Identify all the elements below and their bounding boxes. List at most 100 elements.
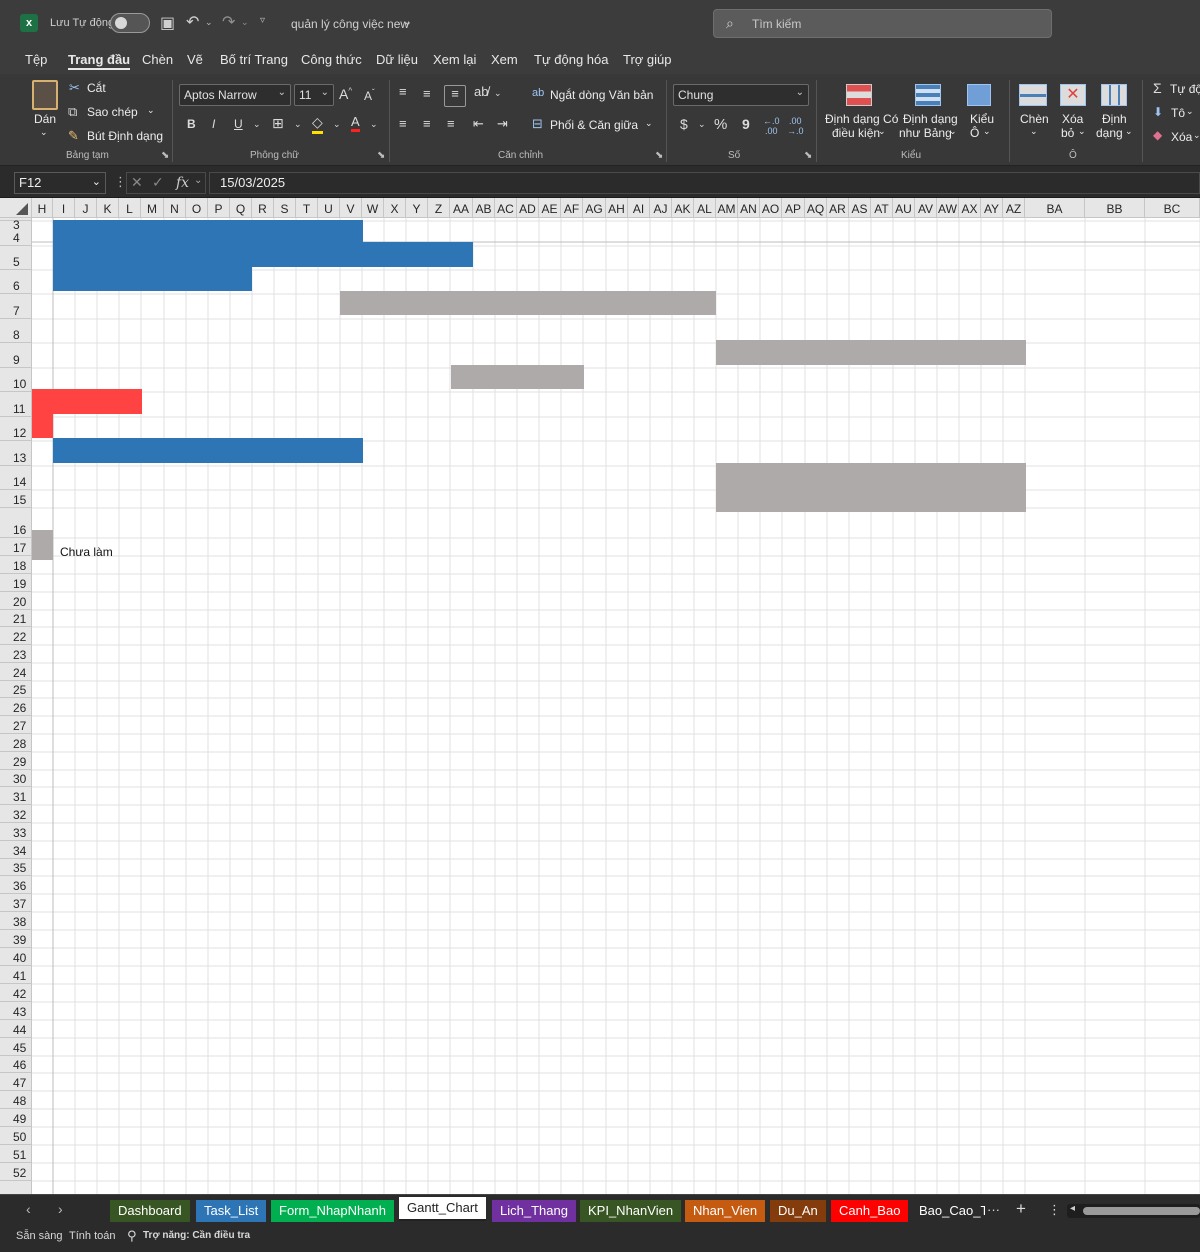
row-header[interactable]: 52 [0, 1163, 32, 1181]
column-header[interactable]: N [164, 198, 186, 218]
format-as-table-line2[interactable]: như Bảng [899, 126, 952, 140]
cell-styles-line1[interactable]: Kiểu [970, 112, 994, 126]
scrollbar-thumb[interactable] [1083, 1207, 1200, 1215]
status-accessibility[interactable]: Trợ năng: Cần điều tra [143, 1230, 250, 1241]
column-header[interactable]: AD [517, 198, 539, 218]
delete-cells-line2[interactable]: bỏ [1061, 126, 1074, 140]
increase-decimal-icon[interactable]: ←.0.00 [763, 116, 780, 136]
delete-cells-dropdown-icon[interactable]: ⌄ [1078, 126, 1086, 137]
column-header[interactable]: AL [694, 198, 716, 218]
name-box[interactable]: F12 ⌄ [14, 172, 106, 194]
column-header[interactable]: AG [583, 198, 606, 218]
conditional-formatting-dropdown-icon[interactable]: ⌄ [878, 126, 886, 137]
row-header[interactable]: 5 [0, 246, 32, 270]
column-header[interactable]: I [53, 198, 75, 218]
row-header[interactable]: 43 [0, 1002, 32, 1020]
column-header[interactable]: AV [915, 198, 937, 218]
wrap-text-icon[interactable]: ab [532, 87, 544, 99]
column-header[interactable]: AM [716, 198, 738, 218]
row-header[interactable]: 44 [0, 1020, 32, 1038]
fill-button[interactable]: Tô [1171, 106, 1185, 120]
gantt-bar[interactable] [53, 438, 363, 463]
row-header[interactable]: 11 [0, 392, 32, 417]
redo-dropdown-icon[interactable]: ⌄ [241, 17, 249, 28]
menu-home[interactable]: Trang đầu [68, 52, 131, 70]
horizontal-scrollbar[interactable]: ◂ [1067, 1203, 1200, 1218]
tab-form-nhapnhanh[interactable]: Form_NhapNhanh [271, 1200, 394, 1222]
underline-button[interactable]: U [234, 117, 243, 131]
scroll-left-icon[interactable]: ◂ [1070, 1203, 1075, 1214]
row-header[interactable]: 32 [0, 805, 32, 823]
decrease-font-icon[interactable]: Aˇ [364, 88, 375, 103]
row-header[interactable]: 19 [0, 574, 32, 592]
row-header[interactable]: 29 [0, 752, 32, 770]
clear-button[interactable]: Xóa [1171, 130, 1192, 144]
confirm-entry-icon[interactable]: ✓ [152, 174, 164, 191]
row-header[interactable]: 24 [0, 663, 32, 681]
column-header[interactable]: AI [628, 198, 650, 218]
column-header[interactable]: X [384, 198, 406, 218]
column-header[interactable]: M [141, 198, 164, 218]
menu-review[interactable]: Xem lại [433, 52, 476, 67]
autosave-toggle[interactable] [110, 13, 150, 33]
save-icon[interactable]: ▣ [160, 13, 175, 33]
fill-dropdown-icon[interactable]: ⌄ [1186, 106, 1194, 117]
row-header[interactable]: 40 [0, 948, 32, 966]
merge-center-dropdown-icon[interactable]: ⌄ [645, 118, 653, 129]
align-bottom-icon[interactable]: ≡ [444, 85, 466, 107]
undo-icon[interactable]: ↶ [186, 12, 199, 32]
column-header[interactable]: AW [937, 198, 959, 218]
format-as-table-dropdown-icon[interactable]: ⌄ [949, 126, 957, 137]
fill-icon[interactable]: ⬇ [1153, 105, 1163, 119]
fill-color-icon[interactable]: ◇ [312, 114, 323, 134]
add-sheet-icon[interactable]: + [1016, 1199, 1026, 1219]
column-header[interactable]: BC [1145, 198, 1200, 218]
redo-icon[interactable]: ↷ [222, 12, 235, 32]
tab-task-list[interactable]: Task_List [196, 1200, 267, 1222]
cell-styles-line2[interactable]: Ô [970, 126, 979, 140]
format-cells-line2[interactable]: dạng [1096, 126, 1123, 140]
wrap-text-button[interactable]: Ngắt dòng Văn bản [550, 88, 653, 102]
next-sheet-icon[interactable]: › [58, 1201, 63, 1217]
row-header[interactable]: 41 [0, 966, 32, 984]
column-header[interactable]: P [208, 198, 230, 218]
row-header[interactable]: 45 [0, 1038, 32, 1056]
currency-dropdown-icon[interactable]: ⌄ [698, 119, 706, 130]
menu-file[interactable]: Tệp [25, 52, 47, 67]
row-header[interactable]: 25 [0, 681, 32, 698]
row-header[interactable]: 31 [0, 787, 32, 805]
gantt-bar[interactable] [340, 291, 716, 315]
tab-bao-cao[interactable]: Bao_Cao_T [911, 1200, 985, 1222]
font-size-select[interactable]: 11 ⌄ [294, 84, 334, 106]
column-header[interactable]: BA [1025, 198, 1085, 218]
format-painter-icon[interactable]: ✎ [68, 128, 79, 144]
row-header[interactable]: 13 [0, 441, 32, 466]
font-color-icon[interactable]: A [351, 114, 360, 132]
insert-cells-icon[interactable] [1019, 84, 1047, 106]
font-name-select[interactable]: Aptos Narrow ⌄ [179, 84, 291, 106]
menu-draw[interactable]: Vẽ [187, 52, 203, 67]
column-header[interactable]: K [97, 198, 119, 218]
row-header[interactable]: 47 [0, 1073, 32, 1091]
row-header[interactable]: 26 [0, 698, 32, 716]
font-launcher-icon[interactable]: ⬊ [377, 150, 385, 161]
align-right-icon[interactable]: ≡ [447, 116, 455, 131]
comma-button[interactable]: 9 [742, 116, 750, 132]
row-header[interactable]: 35 [0, 859, 32, 876]
gantt-bar[interactable] [32, 389, 142, 414]
row-header[interactable]: 9 [0, 343, 32, 368]
row-header[interactable]: 22 [0, 627, 32, 645]
title-chevron-icon[interactable]: ⌄ [403, 15, 412, 28]
column-header[interactable]: AR [827, 198, 849, 218]
format-painter-button[interactable]: Bút Định dạng [87, 129, 163, 143]
align-left-icon[interactable]: ≡ [399, 116, 407, 131]
row-header[interactable]: 6 [0, 270, 32, 294]
font-color-dropdown-icon[interactable]: ⌄ [370, 119, 378, 130]
row-header[interactable]: 27 [0, 716, 32, 734]
conditional-formatting-icon[interactable] [846, 84, 872, 106]
autosum-icon[interactable]: Σ [1153, 80, 1162, 96]
row-header[interactable]: 33 [0, 823, 32, 841]
row-header[interactable]: 30 [0, 770, 32, 787]
paste-icon[interactable] [32, 80, 58, 110]
prev-sheet-icon[interactable]: ‹ [26, 1201, 31, 1217]
